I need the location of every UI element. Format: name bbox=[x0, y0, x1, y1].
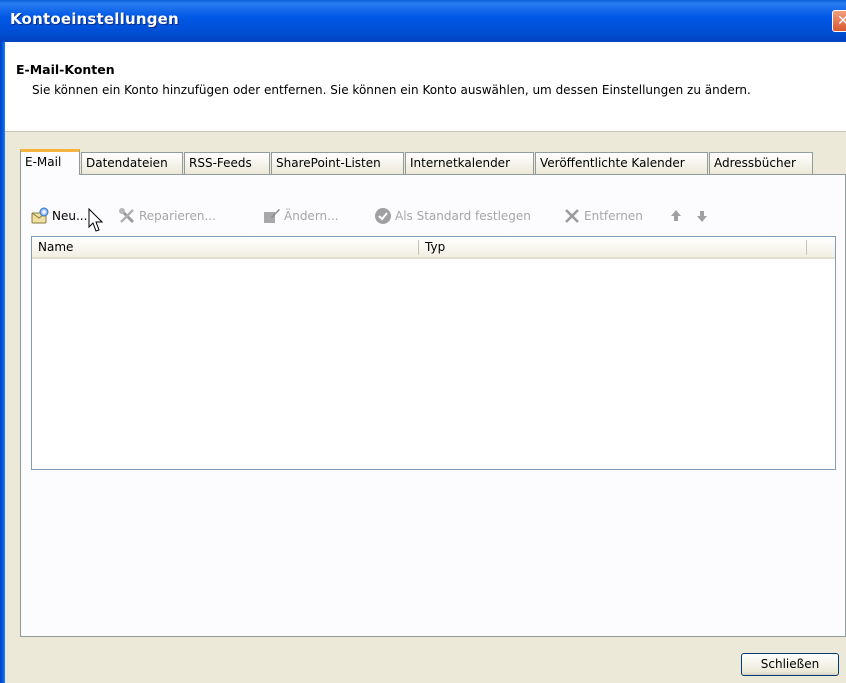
remove-account-button[interactable]: Entfernen bbox=[563, 205, 643, 227]
tab-datendateien[interactable]: Datendateien bbox=[81, 152, 183, 174]
checkmark-circle-icon bbox=[374, 207, 392, 225]
arrow-up-icon bbox=[667, 207, 685, 225]
close-dialog-button[interactable]: Schließen bbox=[741, 653, 839, 676]
change-account-label: Ändern... bbox=[284, 209, 339, 223]
tab-internetkalender[interactable]: Internetkalender bbox=[405, 152, 534, 174]
tools-icon bbox=[118, 207, 136, 225]
new-account-label: Neu... bbox=[52, 209, 88, 223]
header-description: Sie können ein Konto hinzufügen oder ent… bbox=[32, 83, 751, 97]
new-mail-account-icon bbox=[31, 207, 49, 225]
new-account-button[interactable]: Neu... bbox=[31, 205, 87, 227]
move-up-button[interactable] bbox=[667, 205, 688, 227]
set-default-label: Als Standard festlegen bbox=[395, 209, 531, 223]
set-default-button[interactable]: Als Standard festlegen bbox=[374, 205, 531, 227]
remove-x-icon bbox=[563, 207, 581, 225]
column-separator[interactable] bbox=[806, 240, 807, 255]
account-list[interactable]: Name Typ bbox=[31, 236, 836, 470]
repair-account-button[interactable]: Reparieren... bbox=[118, 205, 216, 227]
tab-adressbuecher[interactable]: Adressbücher bbox=[709, 152, 813, 174]
title-bar: Kontoeinstellungen ✕ bbox=[0, 0, 846, 42]
remove-account-label: Entfernen bbox=[584, 209, 643, 223]
column-header-type[interactable]: Typ bbox=[419, 237, 805, 257]
tab-panel-email: Neu... Reparieren... Ändern... Als Stand… bbox=[20, 174, 846, 637]
window-close-button[interactable]: ✕ bbox=[832, 10, 846, 32]
change-account-button[interactable]: Ändern... bbox=[263, 205, 339, 227]
repair-account-label: Reparieren... bbox=[139, 209, 216, 223]
account-list-header: Name Typ bbox=[32, 237, 835, 259]
window-title: Kontoeinstellungen bbox=[10, 10, 179, 28]
header-title: E-Mail-Konten bbox=[16, 62, 115, 77]
dialog-header: E-Mail-Konten Sie können ein Konto hinzu… bbox=[5, 42, 846, 132]
column-header-name[interactable]: Name bbox=[32, 237, 418, 257]
move-down-button[interactable] bbox=[693, 205, 714, 227]
arrow-down-icon bbox=[693, 207, 711, 225]
dialog-body: E-Mail-Konten Sie können ein Konto hinzu… bbox=[5, 42, 846, 683]
edit-icon bbox=[263, 207, 281, 225]
tab-veroeffentlichte-kalender[interactable]: Veröffentlichte Kalender bbox=[535, 152, 708, 174]
tab-rss-feeds[interactable]: RSS-Feeds bbox=[184, 152, 270, 174]
tab-sharepoint-listen[interactable]: SharePoint-Listen bbox=[271, 152, 404, 174]
tab-email[interactable]: E-Mail bbox=[20, 149, 80, 175]
mouse-cursor-icon bbox=[88, 208, 104, 232]
